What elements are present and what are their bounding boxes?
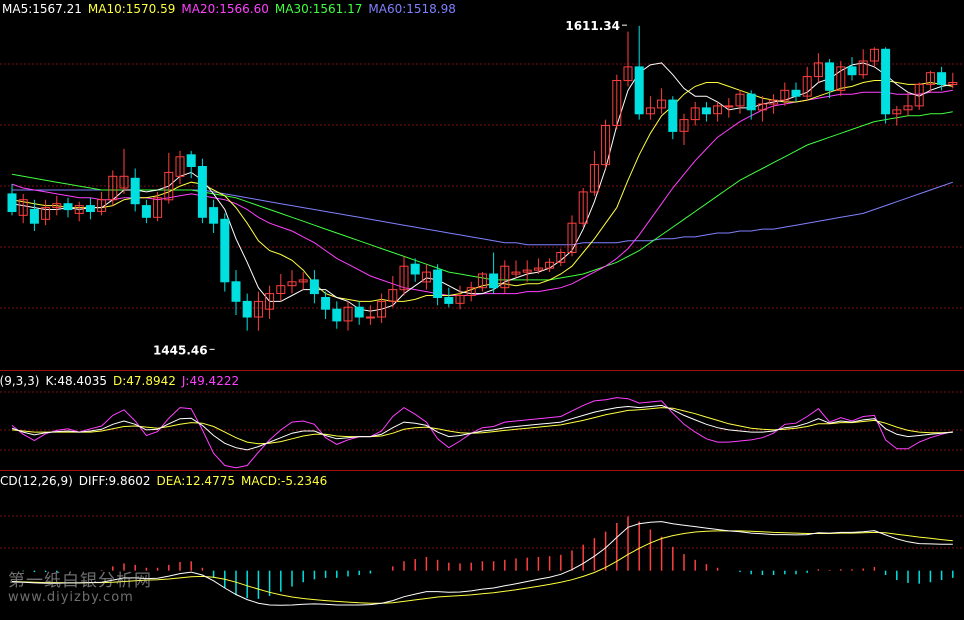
candle-body <box>130 177 140 205</box>
candle-body <box>634 66 644 115</box>
candle-body <box>444 297 454 304</box>
candle-body <box>197 166 207 218</box>
candle-body <box>354 306 364 318</box>
macd-panel <box>11 516 954 606</box>
legend-entry: J:49.4222 <box>181 374 240 388</box>
candle-body <box>29 209 39 224</box>
legend-entry: MA5:1567.21 <box>2 2 82 16</box>
legend-entry: MA10:1570.59 <box>87 2 176 16</box>
legend-entry: DIFF:9.8602 <box>78 474 151 488</box>
low-label: 1445.46 <box>153 343 208 357</box>
legend-entry: J(9,3,3) <box>0 374 40 388</box>
candle-body <box>7 193 17 212</box>
kdj-panel <box>11 397 953 469</box>
legend-entry: D:47.8942 <box>112 374 176 388</box>
candle-body <box>141 205 151 218</box>
candle-body <box>332 308 342 322</box>
legend-entry: K:48.4035 <box>45 374 107 388</box>
candle-body <box>186 154 196 168</box>
candle-body <box>63 203 73 211</box>
candle-body <box>746 93 756 111</box>
legend-entry: MA20:1566.60 <box>181 2 269 16</box>
legend-entry: MACD:-5.2346 <box>240 474 328 488</box>
candle-body <box>433 269 443 299</box>
candle-body <box>724 105 734 108</box>
candle-body <box>365 316 375 319</box>
candle-body <box>410 263 420 275</box>
chart-svg: 1611.34 1445.46 <box>0 19 964 606</box>
high-label: 1611.34 <box>565 19 620 33</box>
ma-line-ma20 <box>11 89 953 296</box>
legend-entry: ACD(12,26,9) <box>0 474 73 488</box>
candle-body <box>321 297 331 310</box>
candle-body <box>220 218 230 283</box>
candlestick-panel: 1611.34 1445.46 <box>7 19 958 357</box>
chart-stage: 1611.34 1445.46 MA5:1567.21 MA10:1570.59 MA… <box>0 0 964 616</box>
legend-entry: DEA:12.4775 <box>156 474 235 488</box>
candle-body <box>489 273 499 289</box>
candle-body <box>701 107 711 115</box>
candle-body <box>791 89 801 97</box>
watermark-title: 第一纸白银分析网 <box>8 571 152 591</box>
ma-legend: MA5:1567.21 MA10:1570.59 MA20:1566.60 MA30:… <box>2 2 462 16</box>
candle-body <box>937 72 947 85</box>
candle-body <box>847 66 857 76</box>
macd-legend: ACD(12,26,9) DIFF:9.8602 DEA:12.4775 MACD:-… <box>0 474 333 488</box>
legend-entry: MA30:1561.17 <box>274 2 363 16</box>
kdj-legend: J(9,3,3) K:48.4035 D:47.8942 J:49.4222 <box>0 374 245 388</box>
candle-body <box>242 300 252 318</box>
candle-body <box>668 99 678 132</box>
legend-entry: MA60:1518.98 <box>368 2 456 16</box>
candle-body <box>881 48 891 115</box>
watermark-url: www.diyizby.com <box>8 590 134 605</box>
candle-body <box>825 62 835 91</box>
ma-line-ma30 <box>11 111 953 281</box>
candle-body <box>209 207 219 224</box>
candle-body <box>231 281 241 302</box>
candle-body <box>309 279 319 295</box>
candle-body <box>85 205 95 213</box>
